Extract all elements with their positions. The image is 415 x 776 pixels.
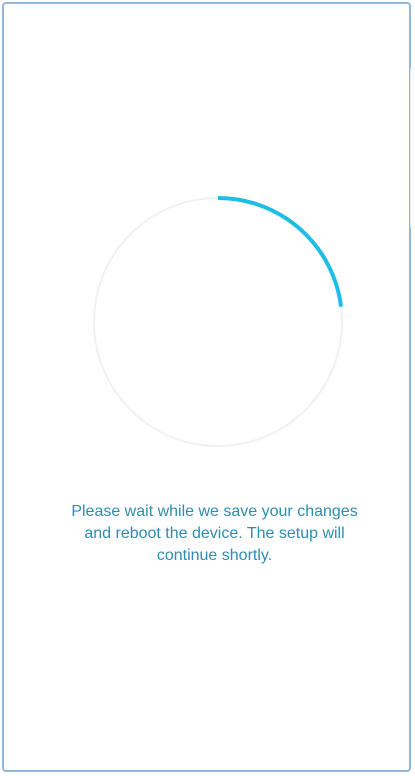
loading-spinner (92, 196, 344, 448)
setup-dialog: Please wait while we save your changes a… (2, 2, 411, 772)
status-message-line-3: continue shortly. (156, 547, 273, 564)
status-message-line-1: Please wait while we save your changes (71, 503, 358, 520)
status-message: Please wait while we save your changes a… (24, 501, 405, 567)
background-panel-edge (410, 68, 415, 228)
status-message-line-2: and reboot the device. The setup will (84, 525, 345, 542)
spinner-progress-arc (92, 196, 344, 448)
